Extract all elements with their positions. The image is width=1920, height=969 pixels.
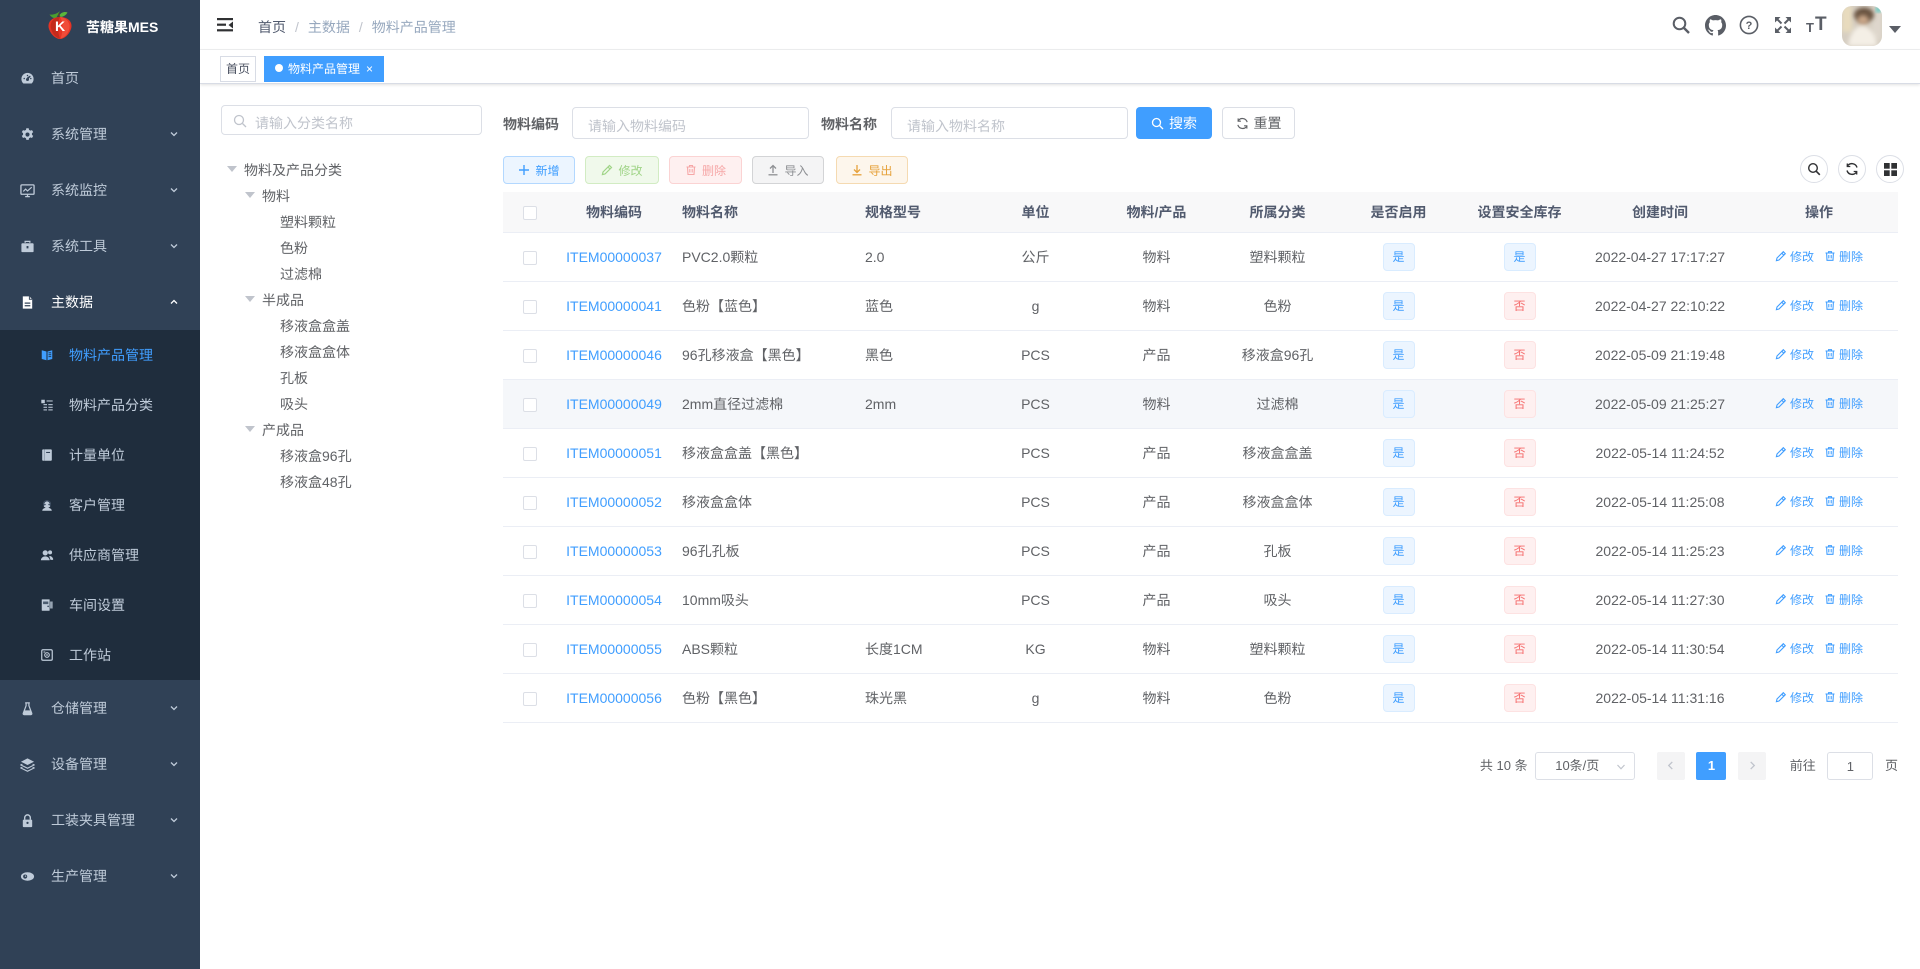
svg-text:K: K [55, 18, 65, 34]
svg-text:?: ? [1746, 20, 1753, 32]
